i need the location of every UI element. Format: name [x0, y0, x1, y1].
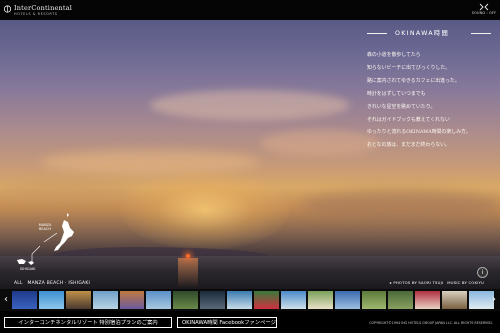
- thumbnail[interactable]: [415, 291, 441, 309]
- cloud: [300, 190, 500, 220]
- thumbnail-filmstrip: ‹ ›: [0, 289, 500, 311]
- thumbnail[interactable]: [119, 291, 145, 309]
- intercontinental-logo[interactable]: InterContinental HOTELS & RESORTS: [4, 3, 76, 17]
- island-map-icon: [17, 213, 74, 265]
- title-rule-left: [367, 33, 387, 34]
- thumbnail[interactable]: [146, 291, 172, 309]
- poem-line: 知らないビーチに出てびっくりした。: [367, 64, 451, 71]
- setting-sun: [186, 254, 190, 258]
- cloud: [150, 90, 350, 120]
- map-label-ishigaki: ISHIGAKI: [20, 267, 36, 271]
- thumbnail[interactable]: [388, 291, 414, 309]
- footer: インターコンチネンタルリゾート 特別宿泊プランのご案内 OKINAWA時間 Fa…: [0, 312, 500, 333]
- chevron-right-icon: ›: [492, 294, 496, 305]
- thumbnail[interactable]: [38, 291, 64, 309]
- title-rule-right: [471, 33, 491, 34]
- brand-tagline: HOTELS & RESORTS: [14, 12, 58, 16]
- thumbnail[interactable]: [12, 291, 37, 309]
- cloud: [260, 130, 380, 156]
- poem-line: おとなの旅は、まだまだ終わらない。: [367, 142, 450, 149]
- chevron-left-icon: ‹: [4, 294, 8, 305]
- sound-label: SOUND : OFF: [471, 11, 497, 15]
- logo-mark-icon: [4, 5, 11, 13]
- thumbnail[interactable]: [334, 291, 360, 309]
- thumbnail-list: [12, 291, 495, 309]
- info-icon: ⅰ: [481, 269, 484, 276]
- okinawa-map: MANZA BEACH ISHIGAKI: [12, 210, 82, 272]
- filmstrip-prev-button[interactable]: ‹: [2, 294, 10, 306]
- filmstrip-next-button[interactable]: ›: [490, 294, 498, 306]
- thumbnail[interactable]: [361, 291, 387, 309]
- poem-line: 時計をはずしていつまでも: [367, 90, 426, 97]
- thumbnail[interactable]: [173, 291, 199, 309]
- copyright: COPYRIGHT©1994 IHG HOTELS GROUP JAPAN LL…: [369, 321, 493, 325]
- thumbnail[interactable]: [200, 291, 226, 309]
- thumbnail[interactable]: [307, 291, 333, 309]
- poem: 森の小道を散歩してたら 知らないビーチに出てびっくりした。 路に案内されてゆきる…: [367, 49, 495, 152]
- brand-name: InterContinental: [14, 4, 73, 12]
- thumbnail[interactable]: [280, 291, 306, 309]
- panel-title: OKINAWA時間: [395, 30, 450, 37]
- thumbnail[interactable]: [254, 291, 279, 309]
- sound-toggle[interactable]: SOUND : OFF: [471, 3, 497, 18]
- sound-icon: [479, 3, 489, 11]
- poem-line: それはガイドブックも教えてくれない: [367, 116, 450, 123]
- poem-line: ゆったりと流れるOKINAWA時間の楽しみ方。: [367, 129, 471, 136]
- thumbnail[interactable]: [65, 291, 91, 309]
- sun-reflection: [178, 258, 198, 288]
- thumbnail[interactable]: [227, 291, 253, 309]
- special-plan-button[interactable]: インターコンチネンタルリゾート 特別宿泊プランのご案内: [4, 317, 172, 328]
- cloud: [0, 180, 130, 200]
- thumbnail[interactable]: [92, 291, 118, 309]
- okinawa-text-panel: OKINAWA時間 森の小道を散歩してたら 知らないビーチに出てびっくりした。 …: [367, 27, 495, 152]
- poem-line: 森の小道を散歩してたら: [367, 52, 421, 58]
- top-bar: InterContinental HOTELS & RESORTS SOUND …: [0, 0, 500, 20]
- credits-caption: ▸ PHOTOS BY SAORI TSUJI MUSIC BY COKIYU: [389, 280, 484, 285]
- panel-title-row: OKINAWA時間: [367, 27, 495, 39]
- thumbnail[interactable]: [442, 291, 468, 309]
- sky-glow: [120, 170, 290, 250]
- poem-line: 路に案内されてゆきるカフェに出逢った。: [367, 77, 460, 84]
- map-label-manza: MANZA BEACH: [38, 223, 52, 231]
- facebook-page-button[interactable]: OKINAWA時間 Facebookファンページ: [177, 317, 277, 328]
- poem-line: きれいな星空を眺めていたり。: [367, 103, 436, 110]
- location-caption: ALL MANZA BEACH · ISHIGAKI: [14, 281, 91, 286]
- info-button[interactable]: ⅰ: [477, 267, 488, 278]
